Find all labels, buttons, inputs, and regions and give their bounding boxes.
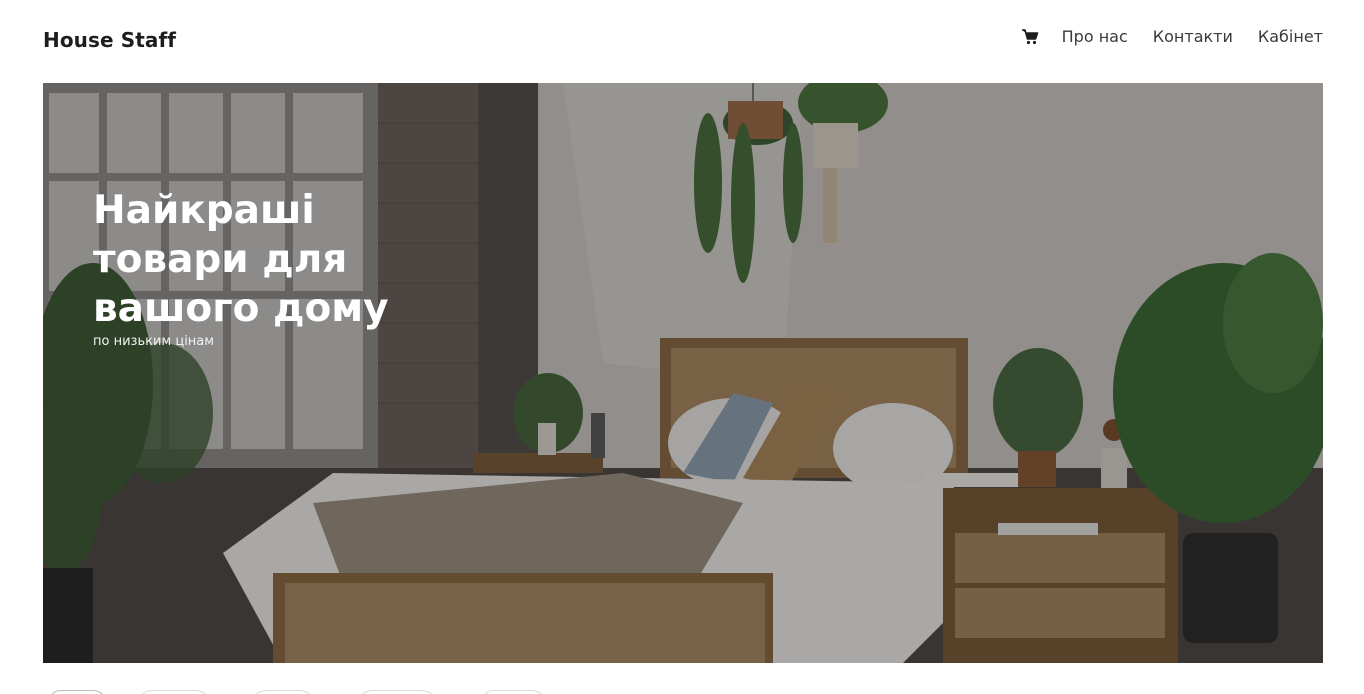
category-tab[interactable] [47, 690, 107, 694]
nav-about-link[interactable]: Про нас [1062, 27, 1128, 46]
category-tab[interactable] [138, 690, 210, 694]
hero-banner: Найкраші товари для вашого дому по низьк… [43, 83, 1323, 663]
nav-contacts-link[interactable]: Контакти [1153, 27, 1233, 46]
category-tab[interactable] [358, 690, 436, 694]
site-header: House Staff Про нас Контакти Кабінет [0, 0, 1364, 82]
main-nav: Про нас Контакти Кабінет [1021, 27, 1323, 46]
nav-account-link[interactable]: Кабінет [1258, 27, 1323, 46]
category-tab[interactable] [480, 690, 546, 694]
category-tabs [0, 688, 1364, 694]
site-logo[interactable]: House Staff [43, 28, 176, 52]
hero-title: Найкраші товари для вашого дому [93, 188, 389, 331]
category-tab[interactable] [252, 690, 314, 694]
hero-subtitle: по низьким цінам [93, 334, 215, 349]
bedroom-photo [43, 83, 1323, 663]
shopping-cart-icon[interactable] [1021, 28, 1039, 46]
